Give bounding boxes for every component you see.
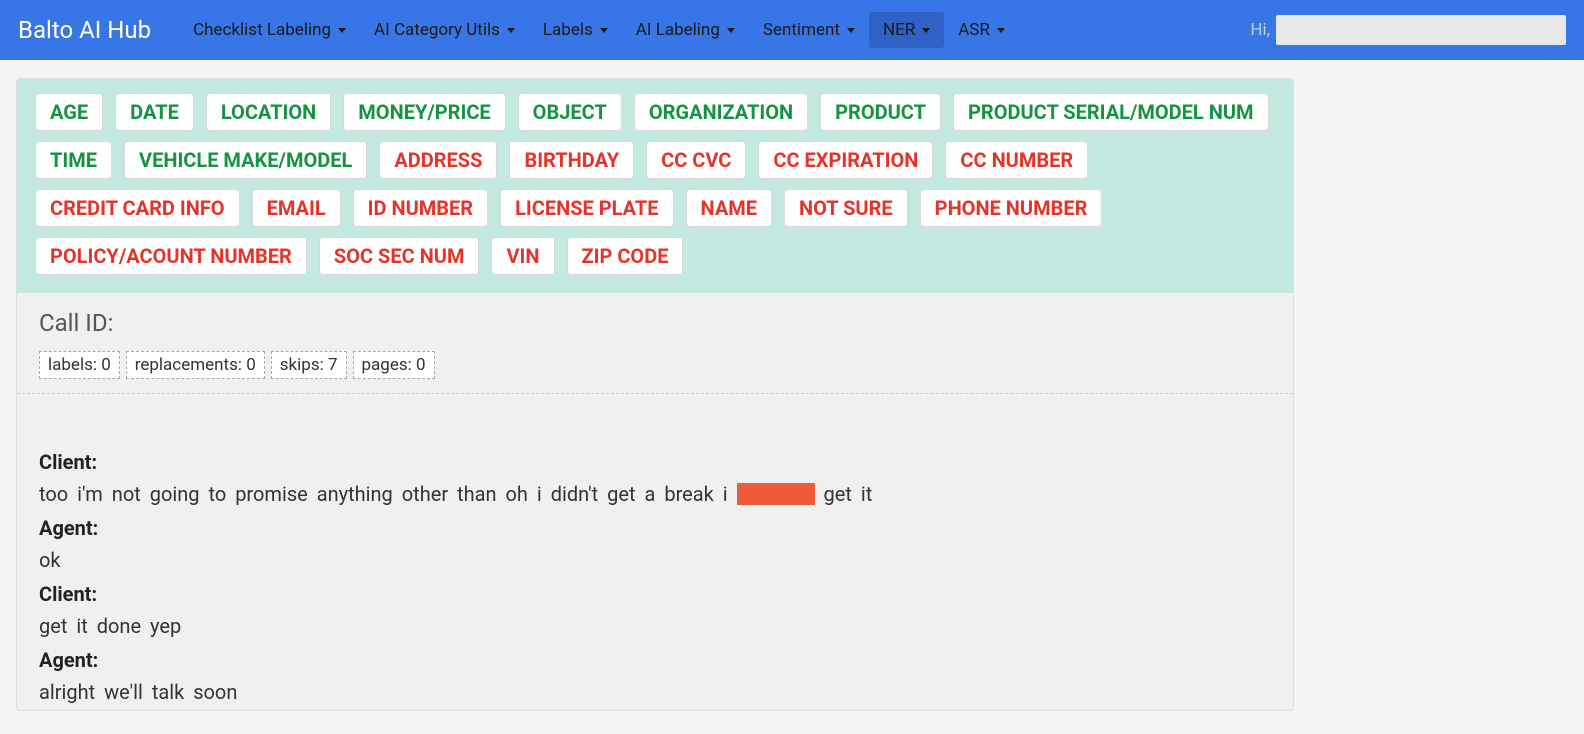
stat-labels: labels: 0 bbox=[39, 351, 120, 379]
speaker-label: Client: bbox=[39, 446, 1271, 478]
stat-pages: pages: 0 bbox=[353, 351, 435, 379]
nav-right: Hi, bbox=[1250, 15, 1566, 45]
chevron-down-icon bbox=[847, 28, 855, 33]
chevron-down-icon bbox=[997, 28, 1005, 33]
greeting-text: Hi, bbox=[1250, 20, 1270, 40]
entity-tag-email[interactable]: EMAIL bbox=[252, 189, 341, 227]
entity-tag-zip-code[interactable]: ZIP CODE bbox=[567, 237, 684, 275]
nav-item-ner[interactable]: NER bbox=[869, 12, 944, 48]
utterance[interactable]: get it done yep bbox=[39, 610, 1271, 642]
entity-tag-phone-number[interactable]: PHONE NUMBER bbox=[920, 189, 1103, 227]
transcript-panel[interactable]: Client:too i'm not going to promise anyt… bbox=[17, 394, 1293, 708]
nav-item-ai-labeling[interactable]: AI Labeling bbox=[622, 12, 749, 48]
entity-tag-cc-cvc[interactable]: CC CVC bbox=[646, 141, 746, 179]
call-id-label: Call ID: bbox=[39, 309, 1271, 337]
entity-tag-time[interactable]: TIME bbox=[35, 141, 112, 179]
utterance[interactable]: ok bbox=[39, 544, 1271, 576]
utterance[interactable]: too i'm not going to promise anything ot… bbox=[39, 478, 1271, 510]
chevron-down-icon bbox=[600, 28, 608, 33]
utterance[interactable]: alright we'll talk soon bbox=[39, 676, 1271, 708]
entity-tag-credit-card-info[interactable]: CREDIT CARD INFO bbox=[35, 189, 240, 227]
nav-item-ai-category-utils[interactable]: AI Category Utils bbox=[360, 12, 529, 48]
chevron-down-icon bbox=[507, 28, 515, 33]
entity-tags-panel: AGE DATE LOCATION MONEY/PRICE OBJECT ORGANIZA… bbox=[17, 79, 1293, 293]
redacted-span[interactable] bbox=[737, 483, 815, 505]
nav-item-sentiment[interactable]: Sentiment bbox=[749, 12, 869, 48]
entity-tag-organization[interactable]: ORGANIZATION bbox=[634, 93, 808, 131]
entity-tag-name[interactable]: NAME bbox=[686, 189, 772, 227]
entity-tag-age[interactable]: AGE bbox=[35, 93, 103, 131]
entity-tag-product[interactable]: PRODUCT bbox=[820, 93, 941, 131]
entity-tag-cc-expiration[interactable]: CC EXPIRATION bbox=[758, 141, 933, 179]
user-field[interactable] bbox=[1276, 15, 1566, 45]
speaker-label: Client: bbox=[39, 578, 1271, 610]
speaker-label: Agent: bbox=[39, 512, 1271, 544]
stat-replacements: replacements: 0 bbox=[126, 351, 265, 379]
nav-item-labels[interactable]: Labels bbox=[529, 12, 622, 48]
entity-tag-object[interactable]: OBJECT bbox=[518, 93, 622, 131]
entity-tag-policy-acount-number[interactable]: POLICY/ACOUNT NUMBER bbox=[35, 237, 307, 275]
entity-tag-license-plate[interactable]: LICENSE PLATE bbox=[500, 189, 673, 227]
main-area: AGE DATE LOCATION MONEY/PRICE OBJECT ORGANIZA… bbox=[0, 60, 1584, 711]
stats-row: labels: 0 replacements: 0 skips: 7 pages… bbox=[39, 351, 1271, 379]
entity-tag-vin[interactable]: VIN bbox=[491, 237, 554, 275]
top-navbar: Balto AI Hub Checklist LabelingAI Catego… bbox=[0, 0, 1584, 60]
entity-tag-soc-sec-num[interactable]: SOC SEC NUM bbox=[319, 237, 480, 275]
entity-tag-product-serial-model-num[interactable]: PRODUCT SERIAL/MODEL NUM bbox=[953, 93, 1269, 131]
entity-tag-cc-number[interactable]: CC NUMBER bbox=[945, 141, 1088, 179]
chevron-down-icon bbox=[338, 28, 346, 33]
entity-tag-birthday[interactable]: BIRTHDAY bbox=[509, 141, 634, 179]
labeling-card: AGE DATE LOCATION MONEY/PRICE OBJECT ORGANIZA… bbox=[16, 78, 1294, 711]
entity-tag-not-sure[interactable]: NOT SURE bbox=[784, 189, 908, 227]
nav-item-checklist-labeling[interactable]: Checklist Labeling bbox=[179, 12, 360, 48]
entity-tag-date[interactable]: DATE bbox=[115, 93, 194, 131]
meta-panel: Call ID: labels: 0 replacements: 0 skips… bbox=[17, 293, 1293, 394]
nav-item-asr[interactable]: ASR bbox=[944, 12, 1019, 48]
chevron-down-icon bbox=[727, 28, 735, 33]
chevron-down-icon bbox=[922, 28, 930, 33]
entity-tag-vehicle-make-model[interactable]: VEHICLE MAKE/MODEL bbox=[124, 141, 367, 179]
entity-tag-money-price[interactable]: MONEY/PRICE bbox=[343, 93, 505, 131]
speaker-label: Agent: bbox=[39, 644, 1271, 676]
entity-tag-location[interactable]: LOCATION bbox=[206, 93, 331, 131]
entity-tag-id-number[interactable]: ID NUMBER bbox=[353, 189, 488, 227]
stat-skips: skips: 7 bbox=[271, 351, 347, 379]
entity-tag-address[interactable]: ADDRESS bbox=[379, 141, 497, 179]
brand-title[interactable]: Balto AI Hub bbox=[18, 16, 151, 44]
nav-menu: Checklist LabelingAI Category UtilsLabel… bbox=[179, 12, 1019, 48]
